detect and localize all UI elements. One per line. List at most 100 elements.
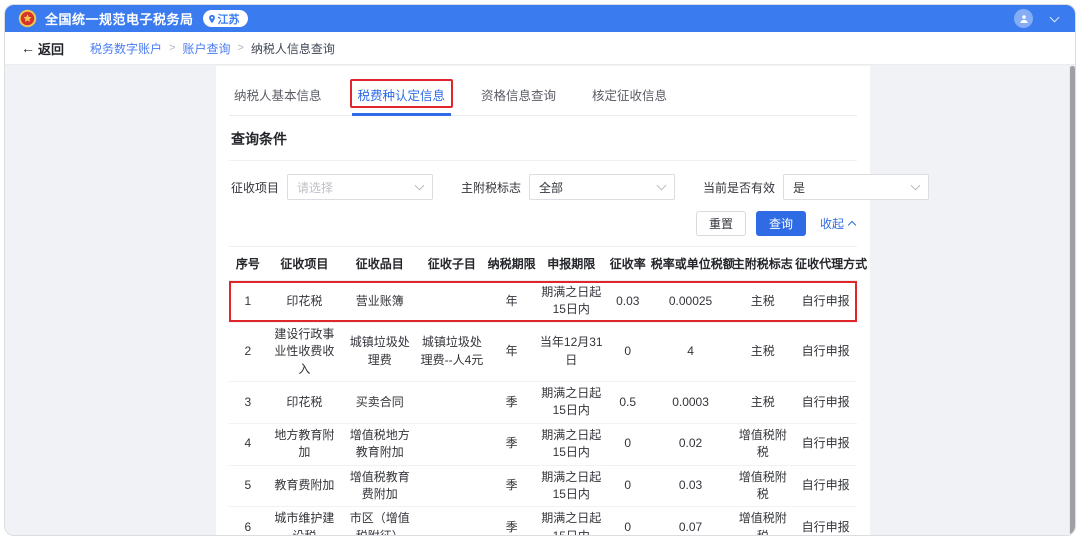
breadcrumb: 税务数字账户>账户查询>纳税人信息查询 (90, 40, 335, 57)
app-title: 全国统一规范电子税务局 (45, 9, 194, 28)
region-label: 江苏 (218, 11, 240, 27)
cell-r6-c6: 期满之日起15日内 (537, 507, 606, 536)
cell-r3-c9: 主税 (731, 381, 794, 423)
region-badge[interactable]: 江苏 (203, 10, 248, 27)
collapse-link[interactable]: 收起 (820, 215, 855, 232)
filter-select-2[interactable]: 全部 (529, 174, 675, 200)
column-header-7: 征收率 (606, 247, 650, 281)
filter-group-2: 主附税标志全部 (461, 174, 675, 200)
cell-r3-c10: 自行申报 (794, 381, 857, 423)
breadcrumb-separator: > (169, 42, 175, 54)
cell-r5-c10: 自行申报 (794, 465, 857, 507)
cell-r4-c9: 增值税附税 (731, 423, 794, 465)
cell-r1-c4 (417, 281, 486, 323)
scrollbar-thumb[interactable] (1070, 66, 1075, 535)
cell-r4-c7: 0 (606, 423, 650, 465)
user-avatar[interactable] (1014, 9, 1033, 28)
column-header-2: 征收项目 (267, 247, 342, 281)
chevron-down-icon[interactable] (1050, 12, 1060, 22)
scrollbar-track[interactable] (1069, 66, 1075, 535)
reset-button[interactable]: 重置 (696, 211, 746, 236)
cell-r2-c8: 4 (650, 322, 732, 381)
query-conditions-title: 查询条件 (231, 129, 855, 149)
content-card: 纳税人基本信息税费种认定信息资格信息查询核定征收信息 查询条件 征收项目请选择主… (216, 66, 870, 535)
tabs: 纳税人基本信息税费种认定信息资格信息查询核定征收信息 (229, 74, 857, 116)
filters-row: 征收项目请选择主附税标志全部当前是否有效是 (229, 174, 857, 200)
chevron-down-icon (657, 181, 667, 191)
filter-label-2: 主附税标志 (461, 179, 521, 196)
table-row-6: 6城市维护建设税市区（增值税附征）季期满之日起15日内00.07增值税附税自行申… (229, 507, 857, 536)
column-header-1: 序号 (229, 247, 267, 281)
cell-r1-c9: 主税 (731, 281, 794, 323)
cell-r2-c1: 2 (229, 322, 267, 381)
cell-r5-c8: 0.03 (650, 465, 732, 507)
column-header-6: 申报期限 (537, 247, 606, 281)
filter-select-3[interactable]: 是 (783, 174, 929, 200)
filter-group-3: 当前是否有效 是 (703, 174, 929, 200)
tab-4[interactable]: 核定征收信息 (591, 78, 668, 115)
actions-row: 重置 查询 收起 (229, 211, 857, 236)
cell-r3-c3: 买卖合同 (342, 381, 417, 423)
tab-2[interactable]: 税费种认定信息 (357, 78, 447, 115)
cell-r4-c5: 季 (486, 423, 536, 465)
back-arrow-icon: ← (21, 40, 35, 56)
cell-r1-c5: 年 (486, 281, 536, 323)
cell-r2-c3: 城镇垃圾处理费 (342, 322, 417, 381)
section-divider (229, 160, 857, 161)
column-header-8: 税率或单位税额 (650, 247, 732, 281)
cell-r3-c4 (417, 381, 486, 423)
cell-r1-c1: 1 (229, 281, 267, 323)
cell-r1-c6: 期满之日起15日内 (537, 281, 606, 323)
filter-select-value-3: 是 (793, 179, 912, 196)
cell-r6-c8: 0.07 (650, 507, 732, 536)
column-header-4: 征收子目 (417, 247, 486, 281)
filter-select-1[interactable]: 请选择 (287, 174, 433, 200)
cell-r1-c3: 营业账簿 (342, 281, 417, 323)
filter-label-3: 当前是否有效 (703, 179, 775, 196)
cell-r1-c2: 印花税 (267, 281, 342, 323)
cell-r6-c10: 自行申报 (794, 507, 857, 536)
table-row-3: 3印花税买卖合同季期满之日起15日内0.50.0003主税自行申报 (229, 381, 857, 423)
tab-3[interactable]: 资格信息查询 (480, 78, 557, 115)
column-header-10: 征收代理方式 (794, 247, 857, 281)
annotation-box-active-tab (350, 79, 454, 108)
cell-r5-c1: 5 (229, 465, 267, 507)
cell-r6-c7: 0 (606, 507, 650, 536)
column-header-9: 主附税标志 (731, 247, 794, 281)
breadcrumb-bar: ← 返回 税务数字账户>账户查询>纳税人信息查询 (5, 32, 1075, 65)
tab-1[interactable]: 纳税人基本信息 (233, 78, 323, 115)
active-tab-underline (352, 113, 452, 116)
cell-r2-c5: 年 (486, 322, 536, 381)
cell-r6-c1: 6 (229, 507, 267, 536)
filter-select-value-1: 请选择 (297, 179, 416, 196)
location-pin-icon (207, 14, 217, 24)
breadcrumb-item-2[interactable]: 账户查询 (182, 40, 230, 57)
table-row-5: 5教育费附加增值税教育费附加季期满之日起15日内00.03增值税附税自行申报 (229, 465, 857, 507)
cell-r6-c2: 城市维护建设税 (267, 507, 342, 536)
cell-r2-c10: 自行申报 (794, 322, 857, 381)
user-icon (1018, 13, 1030, 25)
cell-r5-c3: 增值税教育费附加 (342, 465, 417, 507)
cell-r3-c7: 0.5 (606, 381, 650, 423)
cell-r1-c10: 自行申报 (794, 281, 857, 323)
chevron-down-icon (911, 181, 921, 191)
back-button[interactable]: ← 返回 (21, 39, 64, 58)
cell-r2-c6: 当年12月31日 (537, 322, 606, 381)
back-label: 返回 (38, 39, 64, 58)
cell-r4-c4 (417, 423, 486, 465)
cell-r3-c1: 3 (229, 381, 267, 423)
cell-r4-c1: 4 (229, 423, 267, 465)
cell-r4-c2: 地方教育附加 (267, 423, 342, 465)
table-row-1-highlighted: 1印花税营业账簿年期满之日起15日内0.030.00025主税自行申报 (229, 281, 857, 323)
query-button[interactable]: 查询 (756, 211, 806, 236)
column-header-5: 纳税期限 (486, 247, 536, 281)
filter-group-1: 征收项目请选择 (231, 174, 433, 200)
cell-r4-c10: 自行申报 (794, 423, 857, 465)
cell-r3-c6: 期满之日起15日内 (537, 381, 606, 423)
chevron-up-icon (848, 220, 856, 228)
cell-r5-c5: 季 (486, 465, 536, 507)
cell-r5-c6: 期满之日起15日内 (537, 465, 606, 507)
breadcrumb-item-1[interactable]: 税务数字账户 (90, 40, 162, 57)
cell-r2-c4: 城镇垃圾处理费--人4元 (417, 322, 486, 381)
cell-r6-c4 (417, 507, 486, 536)
